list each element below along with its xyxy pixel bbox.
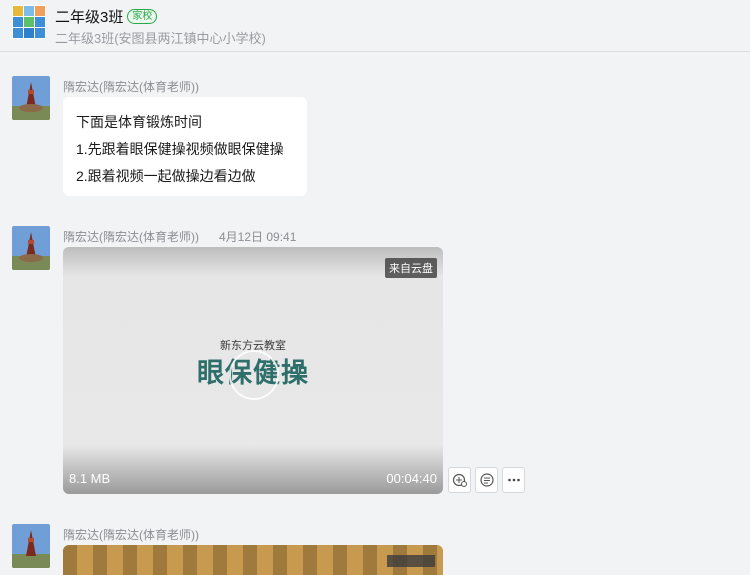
sender-avatar[interactable]: [12, 76, 50, 120]
note-button[interactable]: [475, 467, 498, 493]
sender-avatar[interactable]: [12, 524, 50, 568]
message-actions: [448, 467, 525, 493]
more-icon: [507, 478, 520, 482]
message-line: 下面是体育锻炼时间: [76, 114, 202, 130]
message-line: 2.跟着视频一起做操边看边做: [76, 168, 256, 184]
cloud-source-tag: 来自云盘: [385, 258, 437, 278]
text-message[interactable]: 下面是体育锻炼时间 1.先跟着眼保健操视频做眼保健操 2.跟着视频一起做操边看边…: [63, 97, 307, 196]
message-time: 4月12日 09:41: [219, 230, 297, 244]
chat-header: 二年级3班 家校 二年级3班(安图县两江镇中心小学校): [0, 0, 750, 52]
collect-button[interactable]: [448, 467, 471, 493]
cloud-source-tag: [387, 555, 435, 567]
sender-name: 隋宏达(隋宏达(体育老师)): [63, 80, 199, 94]
file-size: 8.1 MB: [69, 471, 111, 486]
group-avatar[interactable]: [12, 5, 46, 39]
note-icon: [479, 473, 494, 487]
video-message[interactable]: 来自云盘 新东方云教室 眼保健操 8.1 MB 00:04:40: [63, 247, 443, 494]
group-subtitle: 二年级3班(安图县两江镇中心小学校): [55, 31, 266, 46]
video-message[interactable]: [63, 545, 443, 575]
group-title[interactable]: 二年级3班 家校: [55, 6, 158, 27]
school-badge: 家校: [127, 9, 158, 24]
group-name: 二年级3班: [55, 9, 124, 26]
video-duration: 00:04:40: [386, 471, 437, 486]
sender-name: 隋宏达(隋宏达(体育老师)) 4月12日 09:41: [63, 230, 297, 244]
sender-name: 隋宏达(隋宏达(体育老师)): [63, 528, 199, 542]
sender-avatar[interactable]: [12, 226, 50, 270]
collect-icon: [452, 473, 467, 487]
more-button[interactable]: [502, 467, 525, 493]
message-line: 1.先跟着眼保健操视频做眼保健操: [76, 141, 284, 157]
play-icon[interactable]: [229, 350, 279, 400]
